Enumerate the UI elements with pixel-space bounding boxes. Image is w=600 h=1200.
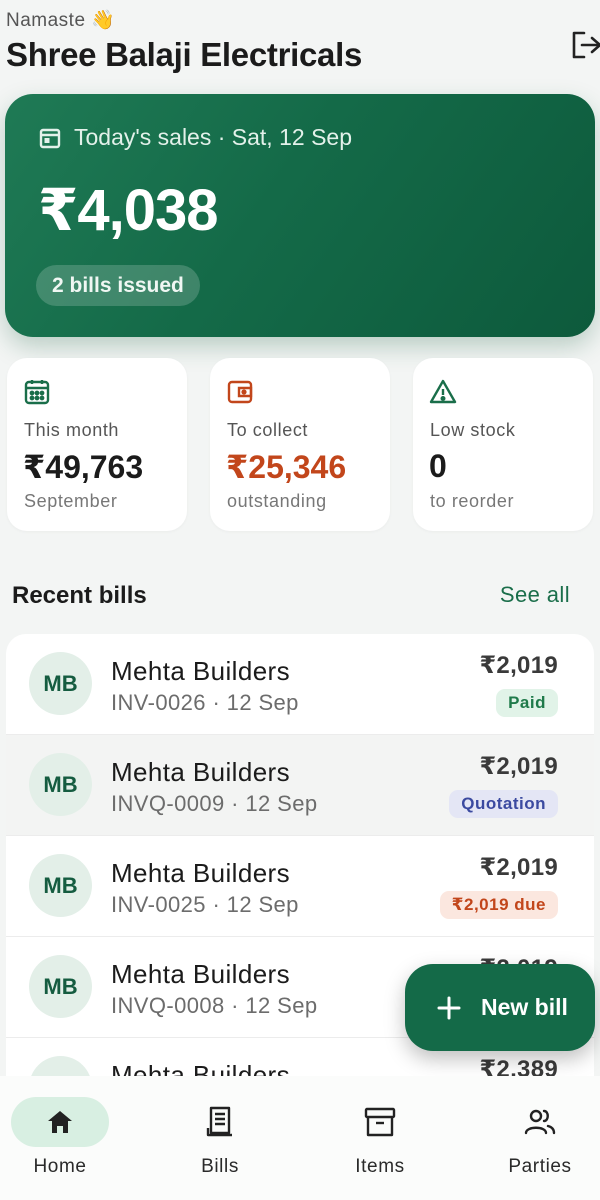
bill-amount: ₹2,389 xyxy=(479,1056,558,1076)
calendar-icon xyxy=(24,380,50,405)
recent-bills-title: Recent bills xyxy=(12,582,147,609)
party-name: Mehta Builders xyxy=(111,656,291,686)
bills-issued-badge: 2 bills issued xyxy=(36,265,200,306)
archive-icon xyxy=(364,1107,396,1137)
list-item[interactable]: MB Mehta Builders INVQ-0009 · 12 Sep ₹2,… xyxy=(6,735,594,836)
nav-item-parties[interactable]: Parties xyxy=(465,1076,600,1200)
new-bill-button[interactable]: New bill xyxy=(405,964,595,1051)
bill-amount: ₹2,019 xyxy=(479,652,558,679)
receipt-icon xyxy=(206,1106,232,1137)
bottom-nav: Home Bills Items Parties xyxy=(0,1076,600,1200)
party-name: Mehta Builders xyxy=(111,959,291,989)
logout-icon[interactable] xyxy=(570,28,600,62)
sales-amount: ₹4,038 xyxy=(38,178,218,243)
bill-amount: ₹2,019 xyxy=(479,753,558,780)
greeting-text: Namaste 👋 xyxy=(6,10,116,31)
status-badge: Quotation xyxy=(449,790,558,818)
stat-card-to-collect[interactable]: To collect ₹25,346 outstanding xyxy=(210,358,390,531)
warning-icon xyxy=(429,379,457,404)
shop-name: Shree Balaji Electricals xyxy=(6,36,363,73)
stat-label: This month xyxy=(24,420,120,440)
todays-sales-card[interactable]: Today's sales · Sat, 12 Sep ₹4,038 2 bil… xyxy=(5,94,595,337)
stat-label: To collect xyxy=(227,420,309,440)
home-icon xyxy=(48,1111,72,1133)
bill-meta: INVQ-0009 · 12 Sep xyxy=(111,791,318,816)
stat-value: ₹49,763 xyxy=(23,449,144,485)
stat-subtext: to reorder xyxy=(430,491,515,511)
people-icon xyxy=(524,1109,556,1135)
status-badge: Paid xyxy=(496,689,558,717)
party-name: Mehta Builders xyxy=(111,1060,291,1076)
avatar: MB xyxy=(29,652,92,715)
stat-label: Low stock xyxy=(430,420,516,440)
stat-value: ₹25,346 xyxy=(226,449,347,485)
nav-item-home[interactable]: Home xyxy=(0,1076,135,1200)
new-bill-label: New bill xyxy=(481,994,568,1020)
nav-label: Parties xyxy=(508,1156,572,1177)
stat-subtext: outstanding xyxy=(227,491,327,511)
party-name: Mehta Builders xyxy=(111,858,291,888)
nav-active-indicator xyxy=(11,1097,109,1147)
nav-item-bills[interactable]: Bills xyxy=(145,1076,295,1200)
party-name: Mehta Builders xyxy=(111,757,291,787)
sales-heading: Today's sales · Sat, 12 Sep xyxy=(38,124,352,151)
see-all-link[interactable]: See all xyxy=(500,582,570,608)
avatar: MB xyxy=(29,854,92,917)
sales-heading-text: Today's sales · Sat, 12 Sep xyxy=(74,124,352,150)
status-badge: ₹2,019 due xyxy=(439,891,558,919)
bill-meta: INV-0026 · 12 Sep xyxy=(111,690,299,715)
avatar: MB xyxy=(29,1056,92,1076)
bill-amount: ₹2,019 xyxy=(479,854,558,881)
list-item[interactable]: MB Mehta Builders INV-0025 · 12 Sep ₹2,0… xyxy=(6,836,594,937)
plus-icon xyxy=(437,996,461,1019)
bill-meta: INV-0025 · 12 Sep xyxy=(111,892,299,917)
nav-label: Home xyxy=(33,1156,87,1177)
list-item[interactable]: MB Mehta Builders INV-0026 · 12 Sep ₹2,0… xyxy=(6,634,594,735)
calendar-icon xyxy=(39,128,61,148)
header: Namaste 👋 Shree Balaji Electricals xyxy=(6,8,600,78)
stat-card-this-month[interactable]: This month ₹49,763 September xyxy=(7,358,187,531)
avatar: MB xyxy=(29,753,92,816)
wallet-icon xyxy=(227,380,253,404)
stat-subtext: September xyxy=(24,491,118,511)
nav-label: Items xyxy=(355,1156,405,1177)
nav-label: Bills xyxy=(201,1156,239,1177)
avatar: MB xyxy=(29,955,92,1018)
bill-meta: INVQ-0008 · 12 Sep xyxy=(111,993,318,1018)
stat-value: 0 xyxy=(429,448,447,484)
stat-card-low-stock[interactable]: Low stock 0 to reorder xyxy=(413,358,593,531)
nav-item-items[interactable]: Items xyxy=(305,1076,455,1200)
